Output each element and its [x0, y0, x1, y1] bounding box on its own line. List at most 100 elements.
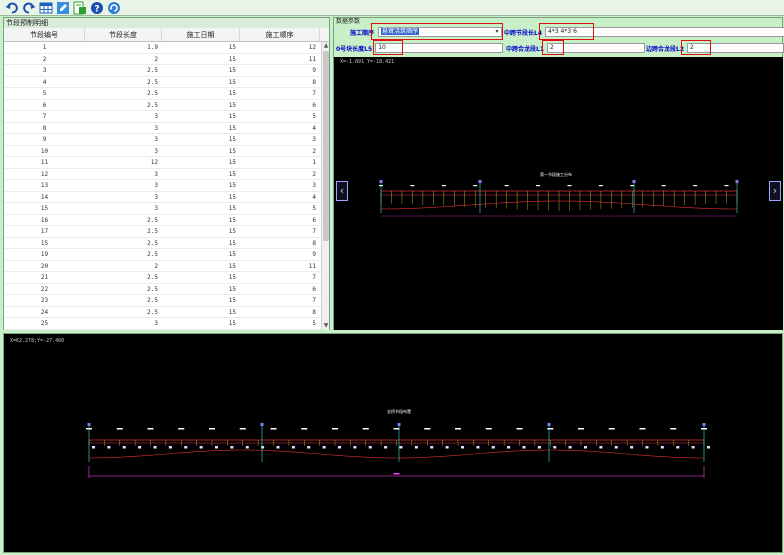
- table-cell: 4: [240, 330, 320, 331]
- column-header-construction-date[interactable]: 施工日期: [162, 28, 240, 41]
- highlight-box-method: [371, 23, 503, 40]
- table-row[interactable]: 9 3 15 3: [4, 134, 322, 146]
- table-row[interactable]: 23 2.5 15 7: [4, 295, 322, 307]
- segment-number-tag: [245, 446, 249, 449]
- redo-icon: [22, 2, 35, 13]
- table-cell: 14: [40, 193, 49, 201]
- redo-button[interactable]: [21, 1, 36, 15]
- help-icon: ?: [90, 1, 103, 14]
- table-row[interactable]: 19 2.5 15 9: [4, 249, 322, 261]
- table-row[interactable]: 11 12 15 1: [4, 157, 322, 169]
- table-row[interactable]: 15 3 15 5: [4, 203, 322, 215]
- segment-label-tag: [485, 428, 492, 430]
- table-row[interactable]: 22 2.5 15 6: [4, 284, 322, 295]
- segment-label-tag: [147, 428, 154, 430]
- scroll-up-arrow-icon[interactable]: ▲: [322, 42, 330, 50]
- segment-number-tag: [537, 446, 541, 449]
- segment-number-tag: [553, 446, 557, 449]
- pier-marker: [379, 180, 383, 183]
- table-row[interactable]: 15 2.5 15 8: [4, 238, 322, 249]
- table-row[interactable]: 2 2 15 11: [4, 54, 322, 65]
- table-cell: 15: [228, 182, 236, 189]
- segment-label-tag: [424, 428, 431, 430]
- table-row[interactable]: 17 2.5 15 7: [4, 226, 322, 238]
- table-row[interactable]: 6 2.5 15 6: [4, 100, 322, 111]
- help-button[interactable]: ?: [89, 1, 104, 15]
- refresh-button[interactable]: [106, 1, 121, 15]
- table-header: 节段编号 节段长度 施工日期 施工顺序: [4, 28, 329, 42]
- segment-tag: [504, 185, 509, 187]
- table-cell: 15: [228, 136, 236, 143]
- segment-number-tag: [307, 446, 311, 449]
- export-button[interactable]: [72, 1, 87, 15]
- table-row[interactable]: 8 3 15 4: [4, 123, 322, 134]
- table-row[interactable]: 3 2.5 15 9: [4, 65, 322, 77]
- table-cell: 15: [228, 124, 236, 132]
- pier-marker: [87, 423, 91, 426]
- table-row[interactable]: 10 3 15 2: [4, 146, 322, 157]
- table-row[interactable]: 20 2 15 11: [4, 261, 322, 272]
- table-row[interactable]: 16 2.5 15 6: [4, 215, 322, 226]
- table-row[interactable]: 1 1.9 15 12: [4, 42, 322, 54]
- table-cell: 6: [312, 216, 316, 224]
- table-row[interactable]: 14 3 15 4: [4, 192, 322, 203]
- table-cell: 15: [228, 159, 236, 166]
- segment-tag: [661, 185, 666, 187]
- segment-number-tag: [568, 446, 572, 449]
- table-cell: 12: [40, 170, 49, 178]
- segment-drawing-canvas[interactable]: X=-1.891 Y=-18.421 第一节段施工分布 ‹ ›: [334, 57, 783, 330]
- table-cell: 15: [40, 239, 49, 247]
- column-header-segment-length[interactable]: 节段长度: [85, 28, 162, 41]
- table-row[interactable]: 5 2.5 15 7: [4, 88, 322, 100]
- segment-number-tag: [645, 446, 649, 449]
- segment-number-tag: [614, 446, 618, 449]
- table-button[interactable]: [38, 1, 53, 15]
- table-row[interactable]: 24 2.5 15 8: [4, 307, 322, 318]
- table-row[interactable]: 12 3 15 2: [4, 169, 322, 180]
- segment-label-tag: [239, 428, 246, 430]
- segment-number-tag: [322, 446, 326, 449]
- table-cell: 2.5: [147, 285, 158, 293]
- table-cell: 6: [312, 285, 316, 293]
- table-cell: 2.5: [147, 101, 158, 109]
- table-scrollbar[interactable]: ▲ ▼: [321, 42, 329, 330]
- table-cell: 21: [40, 274, 49, 281]
- table-cell: 9: [312, 251, 316, 258]
- scroll-thumb[interactable]: [323, 51, 329, 241]
- table-row[interactable]: 4 2.5 15 8: [4, 77, 322, 88]
- table-cell: 12: [308, 44, 316, 51]
- nav-prev-arrow-icon[interactable]: ‹: [336, 181, 348, 201]
- table-row[interactable]: 7 3 15 5: [4, 111, 322, 123]
- table-cell: 1: [312, 159, 316, 166]
- table-cell: 2.5: [147, 78, 158, 86]
- table-cell: 5: [312, 205, 316, 212]
- nav-next-arrow-icon[interactable]: ›: [769, 181, 781, 201]
- table-cell: 15: [228, 55, 236, 63]
- scroll-down-arrow-icon[interactable]: ▼: [322, 322, 330, 330]
- table-cell: 11: [40, 159, 49, 166]
- full-bridge-canvas[interactable]: X=62.278;Y=-27.460 全桥节段布置: [3, 333, 783, 553]
- segment-number-tag: [399, 446, 403, 449]
- block0-row: 0号块长度L5 10: [336, 43, 504, 53]
- table-cell: 6: [42, 101, 47, 109]
- column-header-segment-id[interactable]: 节段编号: [4, 28, 85, 41]
- undo-button[interactable]: [4, 1, 19, 15]
- table-cell: 3: [154, 170, 158, 178]
- segment-label-tag: [116, 428, 123, 430]
- segment-label-tag: [301, 428, 308, 430]
- column-header-construction-order[interactable]: 施工顺序: [240, 28, 320, 41]
- segment-number-tag: [522, 446, 526, 449]
- table-cell: 5: [42, 90, 47, 97]
- table-row[interactable]: 263154: [4, 330, 322, 331]
- segment-label-tag: [270, 428, 277, 430]
- table-row[interactable]: 13 3 15 3: [4, 180, 322, 192]
- table-cell: 3: [85, 330, 162, 331]
- table-row[interactable]: 21 2.5 15 7: [4, 272, 322, 284]
- table-row[interactable]: 25 3 15 5: [4, 318, 322, 330]
- highlight-box-side-closure: [681, 40, 711, 55]
- table-cell: 15: [228, 147, 236, 155]
- table-cell: 6: [312, 101, 316, 109]
- parameters-panel: 数据参数 施工顺序 悬臂浇筑顺序 ▾ 中跨节段长L4 4*3 4*3 6 0号块…: [333, 17, 784, 330]
- table-cell: 15: [228, 274, 236, 281]
- edit-button[interactable]: [55, 1, 70, 15]
